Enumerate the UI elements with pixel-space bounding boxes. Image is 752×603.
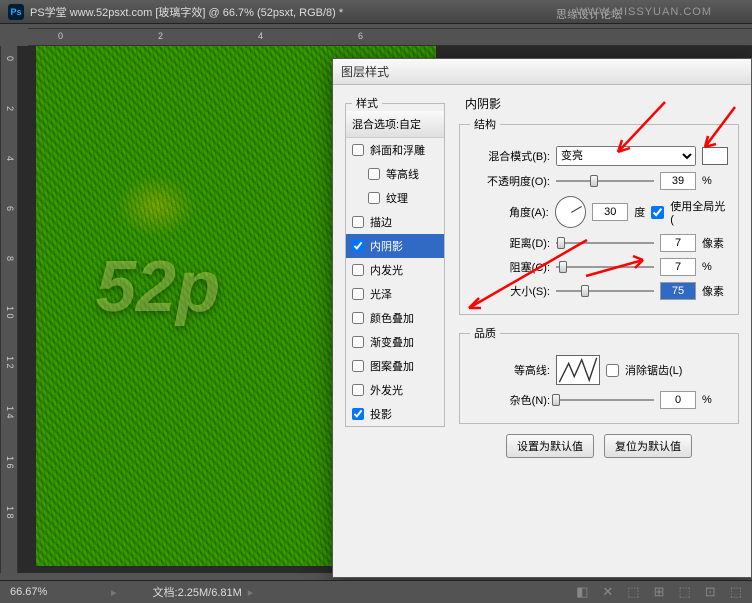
status-icon[interactable]: ⬚ (627, 584, 639, 600)
style-checkbox[interactable] (368, 192, 380, 204)
document-title: PS学堂 www.52psxt.com [玻璃字效] @ 66.7% (52ps… (30, 4, 343, 20)
styles-legend: 样式 (352, 95, 382, 111)
status-icon[interactable]: ✕ (602, 584, 613, 600)
blend-mode-select[interactable]: 变亮 (556, 146, 696, 166)
choke-input[interactable] (660, 258, 696, 276)
size-label: 大小(S): (470, 283, 550, 299)
status-bar: 66.67% ▸ 文档:2.25M/6.81M ▸ ◧ ✕ ⬚ ⊞ ⬚ ⊡ ⬚ (0, 580, 752, 603)
style-label: 投影 (370, 406, 392, 422)
opacity-input[interactable] (660, 172, 696, 190)
layer-style-dialog: 图层样式 样式 混合选项:自定 斜面和浮雕等高线纹理描边内阴影内发光光泽颜色叠加… (332, 58, 752, 578)
panel-title: 内阴影 (459, 95, 739, 116)
style-checkbox[interactable] (352, 312, 364, 324)
status-icon[interactable]: ⬚ (679, 584, 691, 600)
style-checkbox[interactable] (352, 336, 364, 348)
style-item[interactable]: 纹理 (346, 186, 444, 210)
style-item[interactable]: 光泽 (346, 282, 444, 306)
angle-label: 角度(A): (470, 204, 549, 220)
opacity-slider[interactable] (556, 173, 654, 189)
style-label: 外发光 (370, 382, 403, 398)
style-item[interactable]: 颜色叠加 (346, 306, 444, 330)
watermark-url: WWW.MISSYUAN.COM (576, 6, 712, 18)
style-item[interactable]: 外发光 (346, 378, 444, 402)
quality-fieldset: 品质 等高线: 消除锯齿(L) 杂色(N): % (459, 325, 739, 424)
ruler-vertical: 0 2 4 6 8 1 0 1 2 1 4 1 6 1 8 (0, 46, 18, 573)
style-checkbox[interactable] (352, 240, 364, 252)
distance-input[interactable] (660, 234, 696, 252)
style-label: 图案叠加 (370, 358, 414, 374)
noise-slider[interactable] (556, 392, 654, 408)
reset-default-button[interactable]: 复位为默认值 (604, 434, 692, 458)
style-label: 纹理 (386, 190, 408, 206)
blending-options-default[interactable]: 混合选项:自定 (346, 111, 444, 138)
style-item[interactable]: 等高线 (346, 162, 444, 186)
structure-fieldset: 结构 混合模式(B): 变亮 不透明度(O): % 角度(A): (459, 116, 739, 315)
antialias-label: 消除锯齿(L) (625, 362, 682, 378)
status-icon[interactable]: ⊞ (654, 584, 665, 600)
style-checkbox[interactable] (352, 408, 364, 420)
distance-slider[interactable] (556, 235, 654, 251)
style-checkbox[interactable] (352, 384, 364, 396)
choke-label: 阻塞(C): (470, 259, 550, 275)
style-label: 描边 (370, 214, 392, 230)
style-label: 内发光 (370, 262, 403, 278)
ruler-horizontal: 0 2 4 6 (28, 28, 752, 46)
noise-input[interactable] (660, 391, 696, 409)
style-item[interactable]: 渐变叠加 (346, 330, 444, 354)
style-item[interactable]: 内阴影 (346, 234, 444, 258)
style-item[interactable]: 内发光 (346, 258, 444, 282)
blend-mode-label: 混合模式(B): (470, 148, 550, 164)
style-label: 渐变叠加 (370, 334, 414, 350)
style-label: 斜面和浮雕 (370, 142, 425, 158)
status-icons-group: ◧ ✕ ⬚ ⊞ ⬚ ⊡ ⬚ (576, 584, 742, 600)
global-light-label: 使用全局光( (670, 198, 728, 226)
ps-app-icon: Ps (8, 4, 24, 20)
style-label: 颜色叠加 (370, 310, 414, 326)
style-item[interactable]: 投影 (346, 402, 444, 426)
style-checkbox[interactable] (352, 288, 364, 300)
distance-label: 距离(D): (470, 235, 550, 251)
make-default-button[interactable]: 设置为默认值 (506, 434, 594, 458)
style-label: 光泽 (370, 286, 392, 302)
contour-label: 等高线: (470, 362, 550, 378)
style-label: 内阴影 (370, 238, 403, 254)
global-light-checkbox[interactable] (651, 206, 664, 219)
color-swatch[interactable] (702, 147, 728, 165)
status-icon[interactable]: ◧ (576, 584, 588, 600)
dialog-title: 图层样式 (333, 59, 751, 85)
choke-slider[interactable] (556, 259, 654, 275)
expand-icon[interactable]: ▸ (248, 586, 254, 599)
style-checkbox[interactable] (352, 216, 364, 228)
zoom-level[interactable]: 66.67% (10, 586, 105, 598)
status-icon[interactable]: ⬚ (730, 584, 742, 600)
angle-dial[interactable] (555, 196, 587, 228)
style-item[interactable]: 图案叠加 (346, 354, 444, 378)
style-checkbox[interactable] (368, 168, 380, 180)
settings-panel: 内阴影 结构 混合模式(B): 变亮 不透明度(O): % (459, 95, 739, 458)
noise-label: 杂色(N): (470, 392, 550, 408)
contour-picker[interactable] (556, 355, 600, 385)
status-icon[interactable]: ⊡ (705, 584, 716, 600)
document-size: 文档:2.25M/6.81M (153, 584, 242, 600)
expand-icon[interactable]: ▸ (111, 586, 117, 599)
styles-list-panel: 样式 混合选项:自定 斜面和浮雕等高线纹理描边内阴影内发光光泽颜色叠加渐变叠加图… (345, 95, 445, 458)
glass-text-effect: 52p (96, 246, 220, 328)
style-item[interactable]: 描边 (346, 210, 444, 234)
size-input[interactable] (660, 282, 696, 300)
style-checkbox[interactable] (352, 144, 364, 156)
angle-input[interactable] (592, 203, 628, 221)
size-slider[interactable] (556, 283, 654, 299)
style-checkbox[interactable] (352, 360, 364, 372)
style-item[interactable]: 斜面和浮雕 (346, 138, 444, 162)
style-list: 斜面和浮雕等高线纹理描边内阴影内发光光泽颜色叠加渐变叠加图案叠加外发光投影 (346, 138, 444, 426)
style-label: 等高线 (386, 166, 419, 182)
style-checkbox[interactable] (352, 264, 364, 276)
antialias-checkbox[interactable] (606, 364, 619, 377)
opacity-label: 不透明度(O): (470, 173, 550, 189)
